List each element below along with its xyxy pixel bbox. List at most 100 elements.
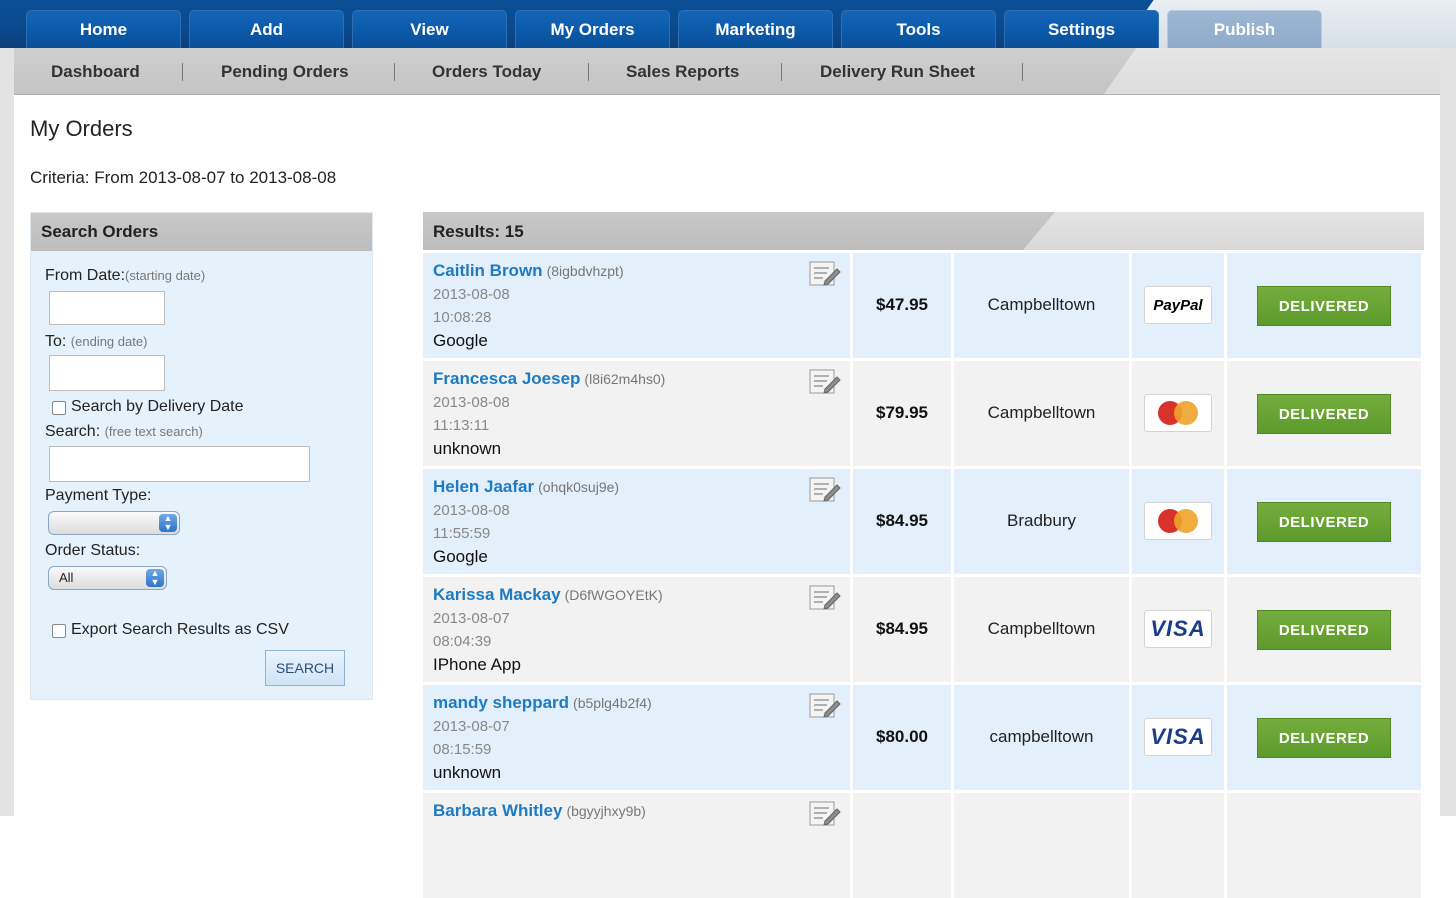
delivery-location: Bradbury: [1007, 511, 1076, 530]
order-status-label: Order Status:: [45, 542, 141, 559]
subnav-pending-orders[interactable]: Pending Orders: [221, 48, 349, 94]
customer-name-link[interactable]: mandy sheppard: [433, 693, 569, 712]
delivery-date-checkbox[interactable]: [52, 401, 66, 415]
order-status-select[interactable]: All ▲ ▼: [48, 566, 167, 590]
amount-cell: [853, 793, 951, 898]
paypal-icon: PayPal: [1144, 286, 1212, 324]
order-date: 2013-08-08: [433, 502, 510, 519]
delivery-date-label: Search by Delivery Date: [71, 398, 244, 415]
order-code: (b5plg4b2f4): [573, 695, 652, 711]
customer-name-link[interactable]: Francesca Joesep: [433, 369, 580, 388]
to-date-label: To: (ending date): [45, 333, 147, 351]
order-row: Francesca Joesep (l8i62m4hs0) 2013-08-08 11…: [423, 361, 1421, 466]
payment-label: VISA: [1150, 616, 1206, 641]
order-amount: $84.95: [876, 511, 928, 530]
from-date-hint: (starting date): [125, 268, 206, 283]
export-csv-checkbox[interactable]: [52, 624, 66, 638]
edit-order-icon[interactable]: [809, 477, 841, 503]
amount-cell: $84.95: [853, 469, 951, 574]
delivered-status-button[interactable]: DELIVERED: [1257, 286, 1391, 326]
order-code: (bgyyjhxy9b): [566, 803, 646, 819]
delivered-status-button[interactable]: DELIVERED: [1257, 610, 1391, 650]
visa-icon: VISA: [1144, 718, 1212, 756]
subnav-orders-today[interactable]: Orders Today: [432, 48, 541, 94]
customer: Caitlin Brown (8igbdvhzpt): [433, 261, 624, 281]
edit-order-icon[interactable]: [809, 369, 841, 395]
customer-name-link[interactable]: Caitlin Brown: [433, 261, 543, 280]
tab-publish[interactable]: Publish: [1167, 10, 1322, 48]
tab-home[interactable]: Home: [26, 10, 181, 48]
payment-type-select[interactable]: ▲ ▼: [48, 511, 180, 535]
from-date-label-text: From Date:: [45, 267, 126, 284]
customer: mandy sheppard (b5plg4b2f4): [433, 693, 652, 713]
order-amount: $84.95: [876, 619, 928, 638]
edit-order-icon[interactable]: [809, 801, 841, 827]
delivered-status-button[interactable]: DELIVERED: [1257, 718, 1391, 758]
delivered-status-button[interactable]: DELIVERED: [1257, 502, 1391, 542]
payment-label: PayPal: [1153, 296, 1203, 314]
order-info-cell: Barbara Whitley (bgyyjhxy9b): [423, 793, 850, 898]
export-csv-label: Export Search Results as CSV: [71, 621, 289, 638]
page-frame-right: [1440, 48, 1456, 816]
location-cell: Bradbury: [954, 469, 1129, 574]
customer-name-link[interactable]: Helen Jaafar: [433, 477, 534, 496]
amount-cell: $47.95: [853, 253, 951, 358]
order-info-cell: Caitlin Brown (8igbdvhzpt) 2013-08-08 10:08…: [423, 253, 850, 358]
search-text-input[interactable]: [49, 446, 310, 482]
order-source: unknown: [433, 439, 502, 458]
search-button[interactable]: SEARCH: [265, 650, 345, 686]
to-date-input[interactable]: [49, 355, 165, 391]
order-date: 2013-08-07: [433, 718, 510, 735]
sub-nav-bar: Dashboard Pending Orders Orders Today Sa…: [14, 48, 1440, 95]
payment-label: VISA: [1150, 724, 1206, 749]
customer: Helen Jaafar (ohqk0suj9e): [433, 477, 619, 497]
tab-settings[interactable]: Settings: [1004, 10, 1159, 48]
search-text-label-text: Search:: [45, 423, 101, 440]
order-time: 11:13:11: [433, 417, 490, 434]
payment-cell: VISA: [1132, 577, 1224, 682]
amount-cell: $84.95: [853, 577, 951, 682]
location-cell: Campbelltown: [954, 577, 1129, 682]
order-source: Google: [433, 331, 488, 350]
payment-type-label: Payment Type:: [45, 487, 152, 504]
edit-order-icon[interactable]: [809, 693, 841, 719]
delivered-status-button[interactable]: DELIVERED: [1257, 394, 1391, 434]
status-cell: DELIVERED: [1227, 469, 1421, 574]
from-date-input[interactable]: [49, 291, 165, 325]
order-date: 2013-08-08: [433, 394, 510, 411]
customer-name-link[interactable]: Barbara Whitley: [433, 801, 562, 820]
edit-order-icon[interactable]: [809, 261, 841, 287]
order-time: 08:04:39: [433, 633, 492, 650]
search-text-hint: (free text search): [104, 424, 203, 439]
edit-order-icon[interactable]: [809, 585, 841, 611]
customer: Karissa Mackay (D6fWGOYEtK): [433, 585, 663, 605]
results-header-highlight: [1023, 212, 1424, 250]
subnav-divider: [588, 63, 589, 81]
payment-cell: [1132, 361, 1224, 466]
order-amount: $80.00: [876, 727, 928, 746]
subnav-delivery-run-sheet[interactable]: Delivery Run Sheet: [820, 48, 975, 94]
tab-tools[interactable]: Tools: [841, 10, 996, 48]
tab-my-orders[interactable]: My Orders: [515, 10, 670, 48]
order-time: 08:15:59: [433, 741, 492, 758]
order-row: Caitlin Brown (8igbdvhzpt) 2013-08-08 10:08…: [423, 253, 1421, 358]
status-cell: DELIVERED: [1227, 577, 1421, 682]
search-criteria: Criteria: From 2013-08-07 to 2013-08-08: [30, 168, 337, 187]
tab-add[interactable]: Add: [189, 10, 344, 48]
subnav-sales-reports[interactable]: Sales Reports: [626, 48, 739, 94]
order-info-cell: mandy sheppard (b5plg4b2f4) 2013-08-07 08:1…: [423, 685, 850, 790]
tab-marketing[interactable]: Marketing: [678, 10, 833, 48]
subnav-dashboard[interactable]: Dashboard: [51, 48, 140, 94]
order-source: unknown: [433, 763, 502, 782]
visa-icon: VISA: [1144, 610, 1212, 648]
order-info-cell: Francesca Joesep (l8i62m4hs0) 2013-08-08 11…: [423, 361, 850, 466]
mastercard-icon: [1144, 394, 1212, 432]
customer-name-link[interactable]: Karissa Mackay: [433, 585, 561, 604]
order-code: (8igbdvhzpt): [546, 263, 624, 279]
status-cell: DELIVERED: [1227, 253, 1421, 358]
from-date-label: From Date:(starting date): [45, 267, 205, 285]
subnav-divider: [182, 63, 183, 81]
tab-view[interactable]: View: [352, 10, 507, 48]
order-amount: $79.95: [876, 403, 928, 422]
search-panel-header: Search Orders: [31, 213, 372, 251]
